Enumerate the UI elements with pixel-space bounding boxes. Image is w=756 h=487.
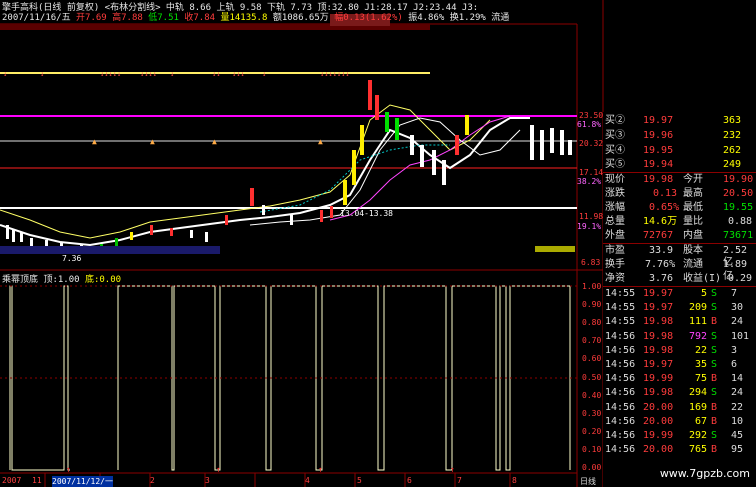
tick-row: 14:56 19.98 792 S 101 — [605, 330, 750, 342]
price-label: 17.14 — [579, 168, 604, 177]
price-pct: 38.2% — [577, 177, 602, 186]
tick-row: 14:56 20.00 169 B 22 — [605, 401, 744, 413]
bid-row[interactable]: 买④ 19.95 262 — [603, 145, 756, 157]
tick-row: 14:56 20.00 765 B 95 — [605, 444, 744, 456]
svg-text:↓↓↓↓↓↓↓: ↓↓↓↓↓↓↓ — [320, 70, 350, 78]
tick-row: 14:56 19.98 22 S 3 — [605, 344, 738, 356]
svg-text:↓: ↓ — [262, 70, 266, 78]
svg-text:↓: ↓ — [3, 70, 7, 78]
svg-text:↓↓: ↓↓ — [212, 70, 220, 78]
bid-row[interactable]: 买⑤ 19.94 249 — [603, 159, 756, 171]
price-pct: 19.1% — [577, 222, 602, 231]
price-pct: 61.8% — [577, 120, 602, 129]
svg-text:▲: ▲ — [318, 137, 323, 146]
svg-text:↑: ↑ — [216, 465, 221, 474]
stat-row: 换手 7.76% 流通 1.89亿 — [605, 259, 748, 282]
svg-text:↓: ↓ — [170, 70, 174, 78]
tick-row: 14:56 19.98 294 S 24 — [605, 387, 744, 399]
svg-text:↓: ↓ — [40, 70, 44, 78]
tick-row: 14:55 19.98 111 B 24 — [605, 316, 744, 328]
svg-text:↓↓↓: ↓↓↓ — [232, 70, 245, 78]
tick-row: 14:55 19.97 5 S 7 — [605, 288, 738, 299]
indicator-title[interactable]: 乘幂顶底 顶:1.00 底:0.00 — [2, 272, 121, 285]
svg-text:▲: ▲ — [92, 137, 97, 146]
tick-row: 14:56 19.99 75 B 14 — [605, 373, 744, 385]
stat-row: 市盈 33.9 股本 2.52亿 — [605, 245, 748, 268]
range-label: 13.04-13.38 — [340, 209, 393, 218]
stat-row: 总量 14.6万 量比 0.88 — [605, 216, 753, 227]
svg-text:▲: ▲ — [212, 137, 217, 146]
svg-text:↓↓↓↓: ↓↓↓↓ — [140, 70, 157, 78]
watermark: www.7gpzb.com — [659, 467, 750, 480]
stat-row: 外盘 72767 内盘 73671 — [605, 230, 754, 241]
tick-row: 14:56 20.00 67 B 10 — [605, 415, 744, 427]
tick-row: 14:55 19.97 209 S 30 — [605, 302, 744, 314]
price-label: 6.83 — [581, 258, 601, 267]
bid-row[interactable]: 买② 19.97 363 — [603, 115, 756, 127]
tick-row: 14:56 19.97 35 S 6 — [605, 359, 738, 370]
price-label: 11.98 — [579, 212, 604, 221]
low-label: 7.36 — [62, 254, 82, 263]
candles — [6, 80, 572, 251]
x-axis: 2007 11 2007/11/12/一 2 3 4 5 6 7 8 日线 — [2, 476, 596, 487]
svg-text:↓↓↓↓↓: ↓↓↓↓↓ — [100, 70, 121, 78]
tick-row: 14:56 19.99 292 S 45 — [605, 430, 744, 441]
svg-text:↑: ↑ — [450, 465, 455, 474]
stat-row: 涨跌 0.13 最高 20.50 — [605, 188, 754, 199]
price-label: 20.32 — [579, 139, 604, 148]
stat-row: 现价 19.98 今开 19.90 — [605, 174, 754, 185]
stat-row: 净资 3.76 收益(I) 0.29 — [605, 273, 753, 284]
svg-text:↑: ↑ — [318, 465, 323, 474]
price-label: 23.50 — [579, 111, 604, 120]
bar-info: 2007/11/16/五 开7.69 高7.88 低7.51 收7.84 量14… — [2, 13, 510, 23]
quote-panel: 买② 19.97 363 买③ 19.96 232 买④ 19.95 262 买⑤ 19.94… — [603, 112, 756, 487]
stat-row: 涨幅 0.65% 最低 19.55 — [605, 202, 754, 213]
svg-text:▲: ▲ — [150, 137, 155, 146]
svg-text:↑: ↑ — [66, 465, 71, 474]
bid-row[interactable]: 买③ 19.96 232 — [603, 130, 756, 142]
